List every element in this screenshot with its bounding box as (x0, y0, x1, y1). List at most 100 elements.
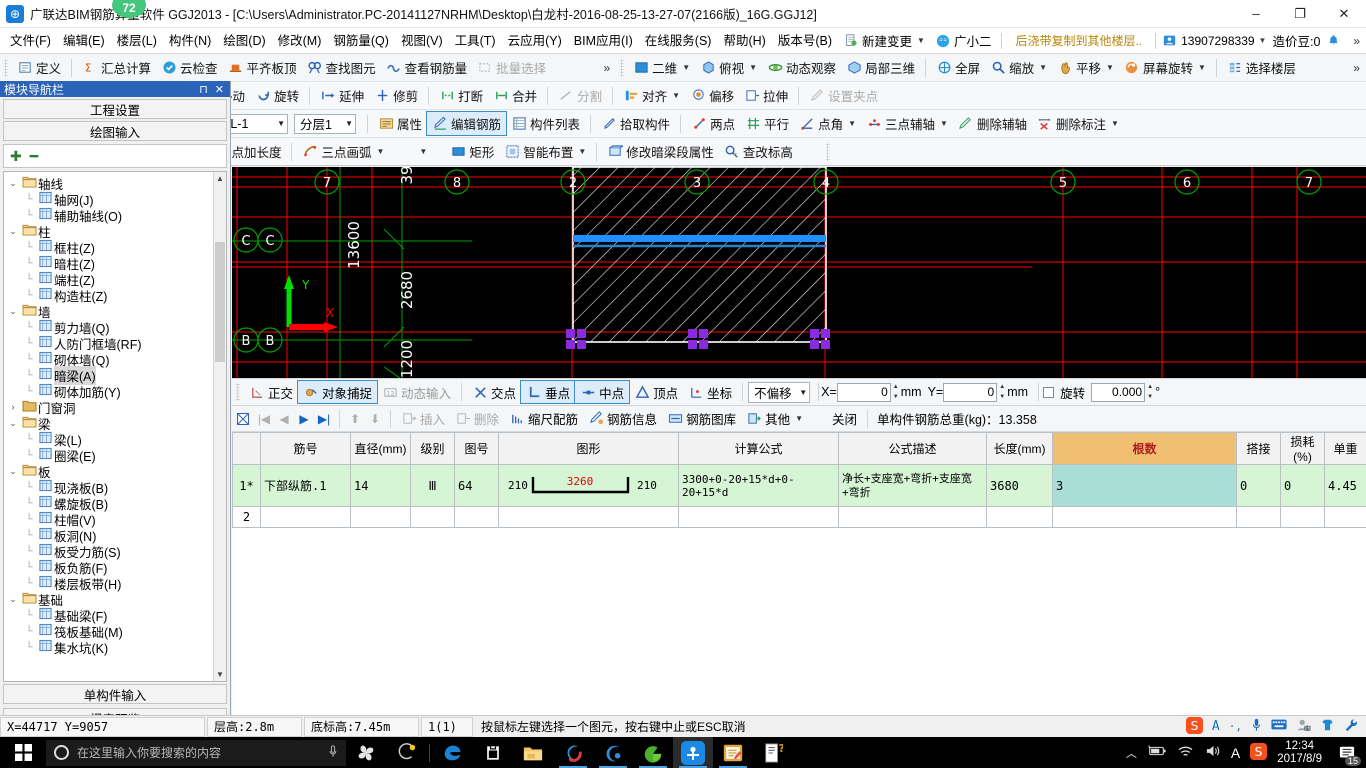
drawing-input-button[interactable]: 绘图输入 (3, 121, 227, 141)
taskbar-app-task-view[interactable] (386, 737, 426, 768)
cell-formula[interactable] (678, 506, 839, 528)
cell-length[interactable] (986, 506, 1053, 528)
table-row[interactable]: 2 (232, 506, 1366, 528)
menu-item-13[interactable]: 版本号(B) (772, 30, 838, 52)
cell-count[interactable]: 3 (1052, 464, 1237, 507)
cell-diameter[interactable]: 14 (350, 464, 411, 507)
project-settings-button[interactable]: 工程设置 (3, 99, 227, 119)
view-button-全屏[interactable]: 全屏 (931, 56, 985, 79)
tree-item-16[interactable]: └ 梁(L) (6, 431, 213, 448)
draw-button-矩形[interactable]: 矩形 (445, 140, 499, 163)
taskbar-app-browser-blue[interactable] (593, 737, 633, 768)
modify-button-延伸[interactable]: 延伸 (315, 84, 369, 107)
view-button-缩放[interactable]: 缩放 ▼ (985, 56, 1052, 79)
punctuation-icon[interactable]: ·, (1229, 720, 1242, 733)
menu-item-0[interactable]: 文件(F) (4, 30, 57, 52)
taskbar-app-cortana[interactable] (346, 737, 386, 768)
close-icon[interactable]: ✕ (215, 83, 224, 96)
snap-button-交点[interactable]: 交点 (467, 381, 521, 403)
tree-item-21[interactable]: └ 柱帽(V) (6, 511, 213, 528)
cell-formula-desc[interactable] (838, 506, 987, 528)
col-header-0[interactable]: 筋号 (260, 432, 351, 465)
view-button-平移[interactable]: 平移 ▼ (1052, 56, 1119, 79)
component-button-编辑钢筋[interactable]: 编辑钢筋 (426, 111, 508, 136)
snap-button-顶点[interactable]: 顶点 (629, 381, 683, 403)
rotate-checkbox[interactable] (1043, 386, 1055, 398)
taskbar-app-browser-green[interactable] (633, 737, 673, 768)
menu-item-9[interactable]: 云应用(Y) (502, 30, 568, 52)
tree-item-20[interactable]: └ 螺旋板(B) (6, 495, 213, 512)
tree-item-23[interactable]: └ 板受力筋(S) (6, 543, 213, 560)
cell-grade[interactable] (410, 506, 455, 528)
grid-button-缩尺配筋[interactable]: 缩尺配筋 (504, 408, 583, 430)
view-button-动态观察[interactable]: 动态观察 (762, 56, 841, 79)
cell-length[interactable]: 3680 (986, 464, 1053, 507)
cell-rebar-name[interactable] (260, 506, 351, 528)
toolbar-button-查找图元[interactable]: 查找图元 (302, 56, 381, 79)
grid-button-钢筋图库[interactable]: 钢筋图库 (662, 408, 741, 430)
grid-button-钢筋信息[interactable]: 钢筋信息 (583, 408, 662, 430)
tree-item-28[interactable]: └ 筏板基础(M) (6, 623, 213, 640)
chevron-right-icon[interactable]: › (6, 402, 20, 412)
cell-formula[interactable]: 3300+0-20+15*d+0-20+15*d (678, 464, 839, 507)
toolbar-button-云检查[interactable]: 云检查 (156, 56, 223, 79)
taskbar-app-edge[interactable] (433, 737, 473, 768)
menu-item-10[interactable]: BIM应用(I) (568, 30, 639, 52)
add-icon[interactable]: ✚ (10, 148, 22, 165)
cell-shape[interactable]: 210 210 3260 (498, 464, 679, 507)
snap-button-坐标[interactable]: 坐标 (683, 381, 737, 403)
component-button-属性[interactable]: 属性 (373, 112, 427, 135)
component-button-删除标注[interactable]: 删除标注 ▼ (1032, 112, 1124, 135)
x-offset-input[interactable]: 0 (836, 382, 891, 402)
grid-nav-2[interactable]: ▶ (294, 412, 314, 426)
sogou-icon[interactable]: S (1185, 716, 1203, 737)
rebar-table[interactable]: 筋号 直径(mm) 级别 图号 图形 计算公式 公式描述 长度(mm) 根数 搭… (232, 432, 1366, 528)
col-header-7[interactable]: 长度(mm) (986, 432, 1053, 465)
toolbar-button-定义[interactable]: 定义 (12, 56, 66, 79)
language-indicator[interactable]: A (1231, 745, 1240, 761)
input-method-icon[interactable]: A (1212, 719, 1220, 734)
marquee-message[interactable]: 后浇带复制到其他楼层.. (1015, 32, 1142, 49)
rotate-stepper[interactable]: ▲ ▼ (1145, 383, 1155, 402)
toolbar-grip[interactable] (4, 58, 8, 77)
tree-item-15[interactable]: ⌄ 梁 (6, 415, 213, 432)
component-button-点角[interactable]: 点角 ▼ (794, 112, 861, 135)
modify-button-设置夹点[interactable]: 设置夹点 (804, 84, 883, 107)
wifi-icon[interactable] (1177, 745, 1194, 761)
draw-button-修改暗梁段属性[interactable]: 修改暗梁段属性 (602, 140, 719, 163)
menu-item-6[interactable]: 钢筋量(Q) (327, 30, 395, 52)
chevron-down-icon[interactable]: ⌄ (6, 178, 20, 189)
cell-loss[interactable] (1280, 506, 1325, 528)
chevron-up-icon[interactable]: ︿ (1126, 745, 1137, 761)
view-button-二维[interactable]: 二维 ▼ (628, 56, 695, 79)
new-change-button[interactable]: 新建变更 ▼ (838, 30, 930, 52)
table-row[interactable]: 1* 下部纵筋.1 14 Ⅲ 64 210 210 3260 3300+0-20… (232, 464, 1366, 507)
chevron-down-icon[interactable]: ⌄ (6, 418, 20, 429)
grid-button-关闭[interactable]: 关闭 (808, 408, 862, 430)
scroll-thumb[interactable] (215, 242, 225, 362)
keyboard-icon[interactable] (1271, 719, 1287, 734)
restore-button[interactable]: ❐ (1278, 0, 1322, 28)
grid-button-其他[interactable]: 其他 ▼ (741, 408, 808, 430)
menu-item-4[interactable]: 绘图(D) (217, 30, 271, 52)
windows-start-icon[interactable] (0, 737, 46, 768)
view-button-选择楼层[interactable]: 选择楼层 (1222, 56, 1301, 79)
minimize-button[interactable]: – (1234, 0, 1278, 28)
tools-icon[interactable] (1344, 718, 1358, 736)
cell-diameter[interactable] (350, 506, 411, 528)
y-offset-input[interactable]: 0 (943, 382, 998, 402)
modify-button-合并[interactable]: 合并 (488, 84, 542, 107)
taskbar-app-ggj[interactable] (673, 737, 713, 768)
cell-rebar-name[interactable]: 下部纵筋.1 (260, 464, 351, 507)
chevron-down-icon[interactable]: ⌄ (6, 466, 20, 477)
col-header-1[interactable]: 直径(mm) (350, 432, 411, 465)
chevron-down-icon[interactable]: ⌄ (6, 306, 20, 317)
volume-icon[interactable] (1204, 744, 1221, 761)
pin-icon[interactable]: ⊓ (199, 83, 208, 96)
toolbar-button-汇总计算[interactable]: Σ 汇总计算 (77, 56, 156, 79)
cell-grade[interactable]: Ⅲ (410, 464, 455, 507)
bell-icon[interactable] (1325, 33, 1341, 48)
col-header-11[interactable]: 单重 (1324, 432, 1366, 465)
close-button[interactable]: ✕ (1322, 0, 1366, 28)
toolbar-button-查看钢筋量[interactable]: 查看钢筋量 (381, 56, 473, 79)
